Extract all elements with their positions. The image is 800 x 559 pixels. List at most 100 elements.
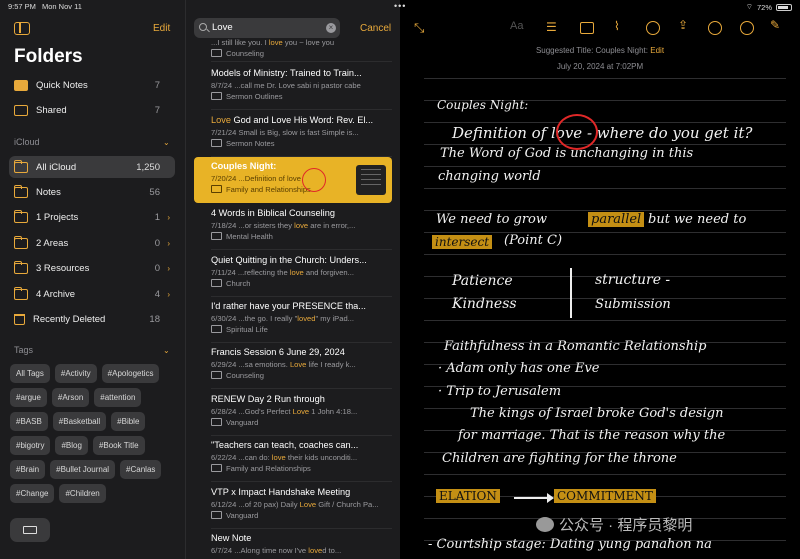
note-snippet-highlight: love [271,453,286,462]
note-folder: Spiritual Life [211,325,268,334]
note-snippet-highlight: loved [297,314,316,323]
note-title: I'd rather have your PRESENCE tha... [211,301,366,311]
note-folder: Family and Relationships [211,464,311,473]
chevron-down-icon[interactable]: ⌄ [163,346,170,355]
note-snippet-highlight: love [289,268,304,277]
note-snippet-highlight: Love [289,360,307,369]
sidebar-toggle-icon[interactable] [14,22,30,35]
handwriting-line: Couples Night: [437,98,529,112]
tag-chip[interactable]: #Brain [10,460,46,479]
sidebar-item-resources[interactable]: 3 Resources 0 › [14,259,170,277]
tag-chip[interactable]: #argue [10,388,47,407]
tag-chip[interactable]: #Bullet Journal [50,460,116,479]
chevron-right-icon[interactable]: › [167,290,170,299]
sidebar-item-recently-deleted[interactable]: Recently Deleted 18 [14,310,160,328]
list-item[interactable]: Models of Ministry: Trained to Train... … [194,64,392,110]
tag-chip[interactable]: #Blog [55,436,88,455]
note-folder: Sermon Notes [211,139,275,148]
list-item[interactable]: VTP x Impact Handshake Meeting 6/12/24 .… [194,483,392,529]
list-item[interactable]: 4 Words in Biblical Counseling 7/18/24 .… [194,204,392,250]
chevron-right-icon[interactable]: › [167,213,170,222]
sidebar-item-label: All iCloud [36,161,77,173]
list-item[interactable]: Love God and Love His Word: Rev. El... 7… [194,111,392,157]
sidebar-item-quick-notes[interactable]: Quick Notes 7 [14,76,160,94]
multitasking-dots-icon[interactable]: ••• [394,1,406,11]
tag-chip[interactable]: #Change [10,484,55,503]
divider-stroke [570,268,572,318]
tag-chip[interactable]: #bigotry [10,436,51,455]
handwriting-line: Definition of love - where do you get it… [452,124,753,142]
text-format-icon[interactable]: Aa [510,20,523,32]
expand-icon[interactable]: ⤡ [414,20,424,36]
sidebar-item-label: 4 Archive [36,288,76,300]
tag-chip[interactable]: #Arson [51,388,90,407]
list-item[interactable]: RENEW Day 2 Run through 6/28/24 ...God's… [194,390,392,436]
note-folder: Church [211,279,250,288]
tag-chip[interactable]: #Book Title [92,436,145,455]
checklist-icon[interactable]: ☰ [546,20,557,34]
note-date: July 20, 2024 at 7:02PM [556,62,644,71]
note-snippet-text: 6/12/24 ...of 20 pax) Daily [211,500,300,509]
table-icon[interactable] [580,22,594,34]
sidebar-edit-button[interactable]: Edit [153,23,170,34]
markup-icon[interactable] [646,21,660,35]
list-item[interactable]: ...I still like you. I love you ~ love y… [194,30,392,62]
sidebar-item-areas[interactable]: 2 Areas 0 › [14,234,170,252]
handwriting-line: Submission [595,297,671,312]
note-snippet-text: 6/28/24 ...God's Perfect [211,407,293,416]
handwriting-line: Children are fighting for the throne [442,451,677,466]
folders-sidebar: Edit Folders Quick Notes 7 Shared 7 iClo… [0,0,185,559]
list-item[interactable]: I'd rather have your PRESENCE tha... 6/3… [194,297,392,343]
more-options-icon[interactable] [740,21,754,35]
note-title: 4 Words in Biblical Counseling [211,208,335,218]
sidebar-item-all-icloud[interactable]: All iCloud 1,250 [14,158,160,176]
tag-chip[interactable]: #Activity [54,364,97,383]
note-snippet-text: their kids unconditi... [285,453,358,462]
handwriting-line: · Trip to Jerusalem [438,384,562,399]
sidebar-item-notes[interactable]: Notes 56 [14,183,160,201]
note-thumbnail [356,165,386,195]
sidebar-item-archive[interactable]: 4 Archive 4 › [14,285,170,303]
tag-chip[interactable]: #BASB [10,412,48,431]
list-item-selected[interactable]: Couples Night: 7/20/24 ...Definition of … [194,157,392,203]
share-icon[interactable]: ⇪ [678,18,688,32]
sidebar-item-shared[interactable]: Shared 7 [14,101,160,119]
pen-tool-icon[interactable] [708,21,722,35]
note-snippet-text: 6/29/24 ...sa emotions. [211,360,290,369]
note-snippet: you ~ love you [282,38,335,47]
compose-icon[interactable]: ✎ [770,18,780,32]
note-snippet-text: " my iPad... [315,314,355,323]
attachment-icon[interactable]: ⌇ [614,19,620,33]
tag-chip[interactable]: All Tags [10,364,50,383]
chevron-right-icon[interactable]: › [167,239,170,248]
list-item[interactable]: "Teachers can teach, coaches can... 6/22… [194,436,392,482]
list-item[interactable]: Francis Session 6 June 29, 2024 6/29/24 … [194,343,392,389]
handwriting-line: - Courtship stage: Dating yung panahon n… [428,537,712,552]
suggested-title-edit-button[interactable]: Edit [650,46,664,55]
tag-chip[interactable]: #Apologetics [101,364,160,383]
tag-chip[interactable]: #attention [94,388,142,407]
keyboard-button[interactable] [10,518,50,542]
sidebar-item-count: 0 [154,262,160,274]
note-snippet-highlight: love [294,221,309,230]
sidebar-item-count: 0 [154,237,160,249]
divider [211,109,392,110]
note-title-highlight: Love [211,115,231,125]
tag-chip[interactable]: #Children [59,484,106,503]
sidebar-item-projects[interactable]: 1 Projects 1 › [14,208,170,226]
sidebar-item-label: 1 Projects [36,211,79,223]
chevron-right-icon[interactable]: › [167,264,170,273]
list-item[interactable]: New Note 6/7/24 ...Along time now I've l… [194,529,392,559]
folder-icon [14,260,28,274]
note-snippet-text: 6/22/24 ...can do: [211,453,272,462]
list-item[interactable]: Quiet Quitting in the Church: Unders... … [194,251,392,297]
tag-chip[interactable]: #Bible [111,412,146,431]
handwriting-line: We need to grow [436,212,548,227]
chevron-down-icon[interactable]: ⌄ [163,138,170,147]
tag-chip[interactable]: #Canlas [120,460,162,479]
note-snippet: 6/12/24 ...of 20 pax) Daily Love Gift / … [211,500,386,509]
note-list-pane: Love × Cancel ...I still like you. I lov… [185,0,568,559]
tag-chip[interactable]: #Basketball [52,412,107,431]
status-date: Mon Nov 11 [42,2,82,11]
note-title: Models of Ministry: Trained to Train... [211,68,362,78]
